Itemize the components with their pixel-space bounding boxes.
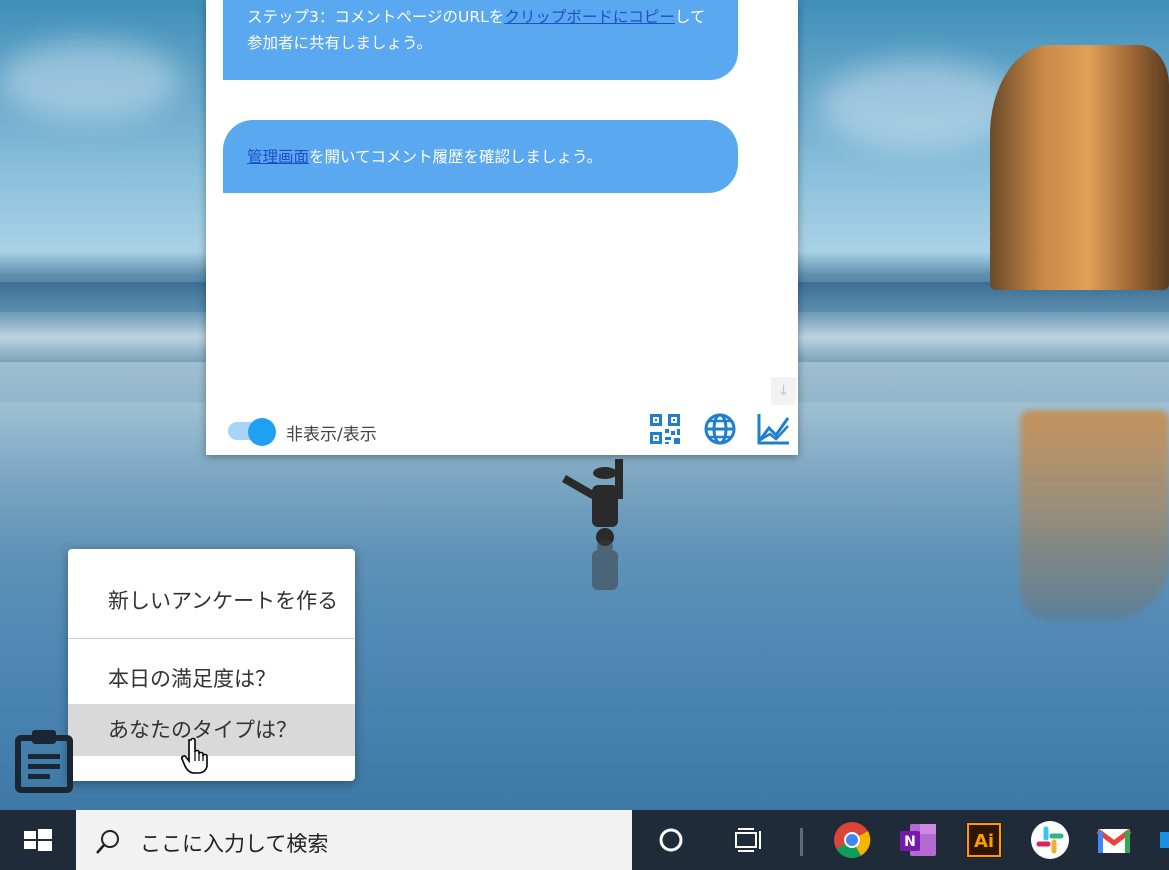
chrome-icon[interactable] (832, 820, 872, 860)
visibility-toggle-label: 非表示/表示 (286, 425, 377, 445)
globe-icon[interactable] (703, 412, 737, 446)
partial-taskbar-app-icon[interactable] (1160, 832, 1169, 848)
menu-item-your-type[interactable]: あなたのタイプは？ (68, 704, 355, 756)
step3-text: ステップ3：コメントページのURLを (247, 8, 505, 26)
rock-formation (990, 45, 1169, 290)
search-placeholder: ここに入力して検索 (140, 832, 329, 856)
rock-reflection (1020, 410, 1169, 620)
cloud (0, 40, 180, 120)
hand-cursor-icon (181, 737, 208, 774)
onenote-icon[interactable]: N (898, 820, 938, 860)
taskbar-search-box[interactable]: ここに入力して検索 (76, 810, 632, 870)
gmail-icon[interactable] (1094, 820, 1134, 860)
menu-item-new-survey[interactable]: 新しいアンケートを作る (68, 585, 355, 615)
task-view-icon[interactable] (728, 820, 768, 860)
admin-message-text: を開いてコメント履歴を確認しましょう。 (309, 148, 603, 166)
menu-item-satisfaction[interactable]: 本日の満足度は？ (68, 663, 355, 693)
admin-message-bubble: 管理画面を開いてコメント履歴を確認しましょう。 (223, 120, 738, 193)
chart-icon[interactable] (756, 412, 790, 446)
scroll-down-button[interactable]: ↓ (771, 377, 796, 405)
copy-to-clipboard-link[interactable]: クリップボードにコピー (504, 8, 675, 26)
taskbar-separator (800, 828, 803, 856)
clipboard-icon[interactable] (14, 728, 76, 794)
illustrator-label: Ai (974, 831, 994, 852)
taskbar: ここに入力して検索 N Ai (0, 810, 1169, 870)
qr-code-icon[interactable] (648, 412, 682, 446)
toggle-knob (248, 418, 276, 446)
survey-popup-menu: 新しいアンケートを作る 本日の満足度は？ あなたのタイプは？ (68, 549, 355, 781)
onenote-letter: N (904, 834, 916, 850)
visibility-toggle[interactable] (228, 418, 278, 446)
admin-page-link[interactable]: 管理画面 (247, 148, 309, 166)
comment-panel: ステップ3：コメントページのURLをクリップボードにコピーして参加者に共有しまし… (206, 0, 798, 455)
person-silhouette (562, 459, 623, 590)
cortana-icon[interactable] (651, 820, 691, 860)
illustrator-icon[interactable]: Ai (964, 820, 1004, 860)
windows-start-icon[interactable] (0, 810, 76, 870)
step3-message-bubble: ステップ3：コメントページのURLをクリップボードにコピーして参加者に共有しまし… (223, 0, 738, 80)
search-icon (96, 830, 119, 854)
slack-icon[interactable] (1030, 820, 1070, 860)
menu-divider (68, 638, 355, 639)
